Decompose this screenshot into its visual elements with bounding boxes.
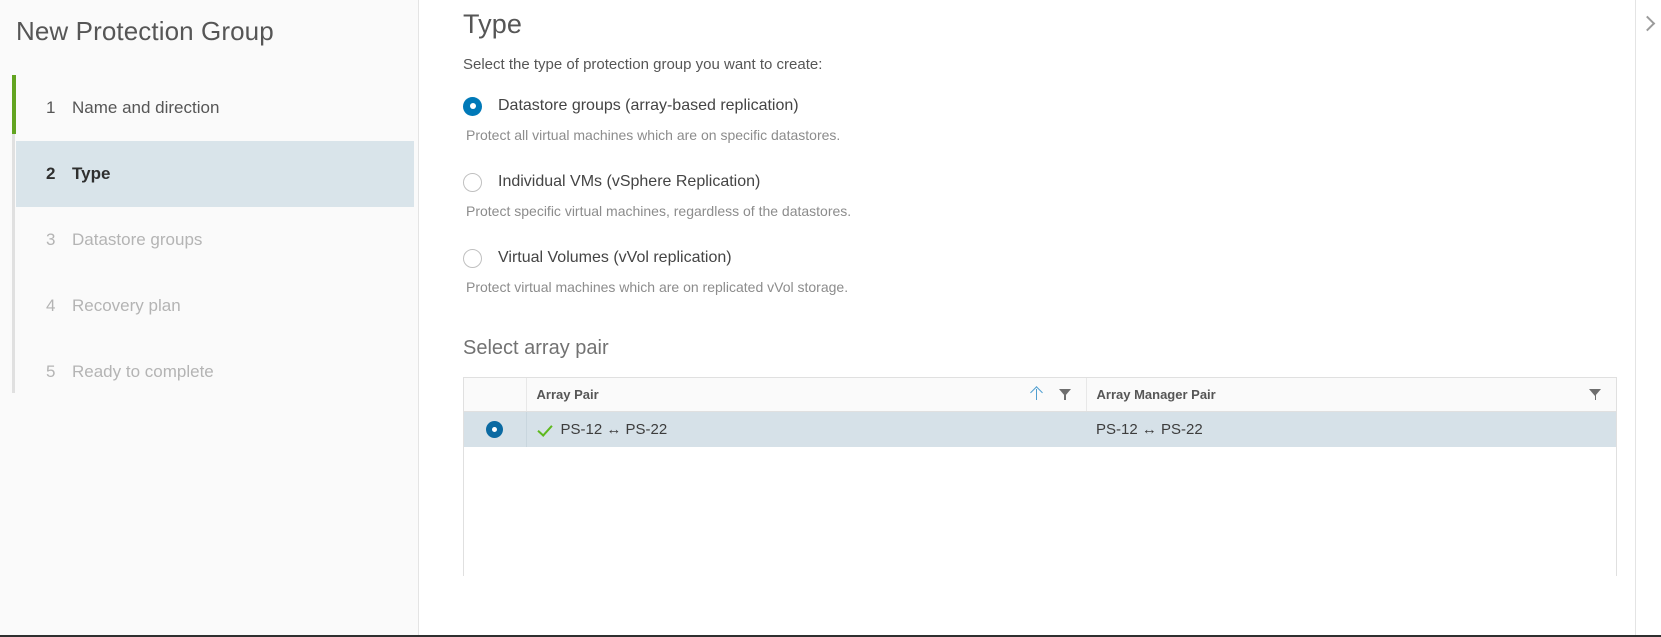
radio-option-label: Datastore groups (array-based replicatio… bbox=[498, 97, 799, 114]
page-title: Type bbox=[463, 9, 522, 39]
array-pair-table: Array Pair Array Manager Pair PS-12 ↔ PS… bbox=[464, 378, 1616, 447]
protection-group-type-radio-group: Datastore groups (array-based replicatio… bbox=[463, 93, 1661, 295]
select-array-pair-heading: Select array pair bbox=[463, 337, 609, 359]
radio-option-label: Virtual Volumes (vVol replication) bbox=[498, 249, 732, 266]
step-label: Datastore groups bbox=[72, 230, 203, 249]
sidebar-step-recovery-plan: 4 Recovery plan bbox=[16, 273, 418, 339]
new-protection-group-wizard: New Protection Group 1 Name and directio… bbox=[0, 0, 1661, 637]
radio-option-label: Individual VMs (vSphere Replication) bbox=[498, 173, 761, 190]
option-individual-vms: Individual VMs (vSphere Replication) Pro… bbox=[463, 169, 1661, 219]
column-header-array-manager-pair[interactable]: Array Manager Pair bbox=[1086, 378, 1616, 412]
column-header-array-manager-pair-label: Array Manager Pair bbox=[1096, 386, 1216, 402]
cell-array-pair: PS-12 ↔ PS-22 bbox=[526, 411, 1086, 447]
array-pair-table-container: Array Pair Array Manager Pair PS-12 ↔ PS… bbox=[463, 377, 1617, 576]
table-empty-space bbox=[464, 447, 1616, 576]
option-datastore-groups: Datastore groups (array-based replicatio… bbox=[463, 93, 1661, 143]
step-label: Type bbox=[72, 164, 111, 183]
column-header-array-pair-label: Array Pair bbox=[536, 386, 599, 402]
step-number: 3 bbox=[46, 230, 56, 249]
step-label: Name and direction bbox=[72, 98, 220, 117]
wizard-content-pane: Type Select the type of protection group… bbox=[419, 0, 1661, 637]
step-number: 1 bbox=[46, 98, 56, 117]
option-virtual-volumes: Virtual Volumes (vVol replication) Prote… bbox=[463, 245, 1661, 295]
filter-funnel-icon[interactable] bbox=[1058, 388, 1072, 401]
radio-option-individual-vms[interactable]: Individual VMs (vSphere Replication) bbox=[463, 169, 1661, 195]
wizard-sidebar: New Protection Group 1 Name and directio… bbox=[0, 0, 419, 637]
wizard-title: New Protection Group bbox=[16, 16, 274, 46]
chevron-right-icon[interactable] bbox=[1639, 15, 1656, 32]
sidebar-step-datastore-groups: 3 Datastore groups bbox=[16, 207, 418, 273]
radio-button-selected-icon[interactable] bbox=[463, 96, 482, 116]
radio-option-datastore-groups[interactable]: Datastore groups (array-based replicatio… bbox=[463, 93, 1661, 119]
step-number: 4 bbox=[46, 296, 56, 315]
radio-option-description: Protect all virtual machines which are o… bbox=[466, 127, 841, 143]
sort-ascending-icon[interactable] bbox=[1031, 387, 1043, 401]
row-radio-selected-icon[interactable] bbox=[486, 421, 504, 439]
column-header-array-pair[interactable]: Array Pair bbox=[526, 378, 1087, 412]
row-select-cell[interactable] bbox=[464, 411, 527, 447]
sidebar-step-type[interactable]: 2 Type bbox=[16, 141, 414, 207]
panel-collapse-strip[interactable] bbox=[1635, 0, 1661, 637]
filter-funnel-icon[interactable] bbox=[1589, 388, 1602, 401]
wizard-step-list: 1 Name and direction 2 Type 3 Datastore … bbox=[0, 75, 418, 405]
radio-option-virtual-volumes[interactable]: Virtual Volumes (vVol replication) bbox=[463, 245, 1661, 271]
table-body: PS-12 ↔ PS-22 PS-12 ↔ PS-22 bbox=[464, 411, 1616, 447]
cell-array-manager-pair: PS-12 ↔ PS-22 bbox=[1096, 420, 1203, 438]
cell-array-pair-text: PS-12 ↔ PS-22 bbox=[560, 420, 668, 438]
radio-button-unselected-icon[interactable] bbox=[463, 172, 482, 192]
sidebar-step-name-and-direction[interactable]: 1 Name and direction bbox=[16, 75, 418, 141]
radio-button-unselected-icon[interactable] bbox=[463, 248, 482, 268]
column-header-select bbox=[464, 378, 527, 412]
step-label: Ready to complete bbox=[72, 362, 214, 381]
step-number: 2 bbox=[46, 164, 56, 183]
table-header: Array Pair Array Manager Pair bbox=[464, 378, 1616, 412]
page-subtitle: Select the type of protection group you … bbox=[463, 56, 823, 73]
radio-option-description: Protect specific virtual machines, regar… bbox=[466, 203, 852, 219]
green-check-icon bbox=[537, 422, 552, 437]
radio-option-description: Protect virtual machines which are on re… bbox=[466, 279, 849, 295]
step-label: Recovery plan bbox=[72, 296, 181, 315]
table-row[interactable]: PS-12 ↔ PS-22 PS-12 ↔ PS-22 bbox=[464, 411, 1616, 447]
table-header-row: Array Pair Array Manager Pair bbox=[464, 378, 1616, 412]
step-number: 5 bbox=[46, 362, 56, 381]
sidebar-step-ready-to-complete: 5 Ready to complete bbox=[16, 339, 418, 405]
